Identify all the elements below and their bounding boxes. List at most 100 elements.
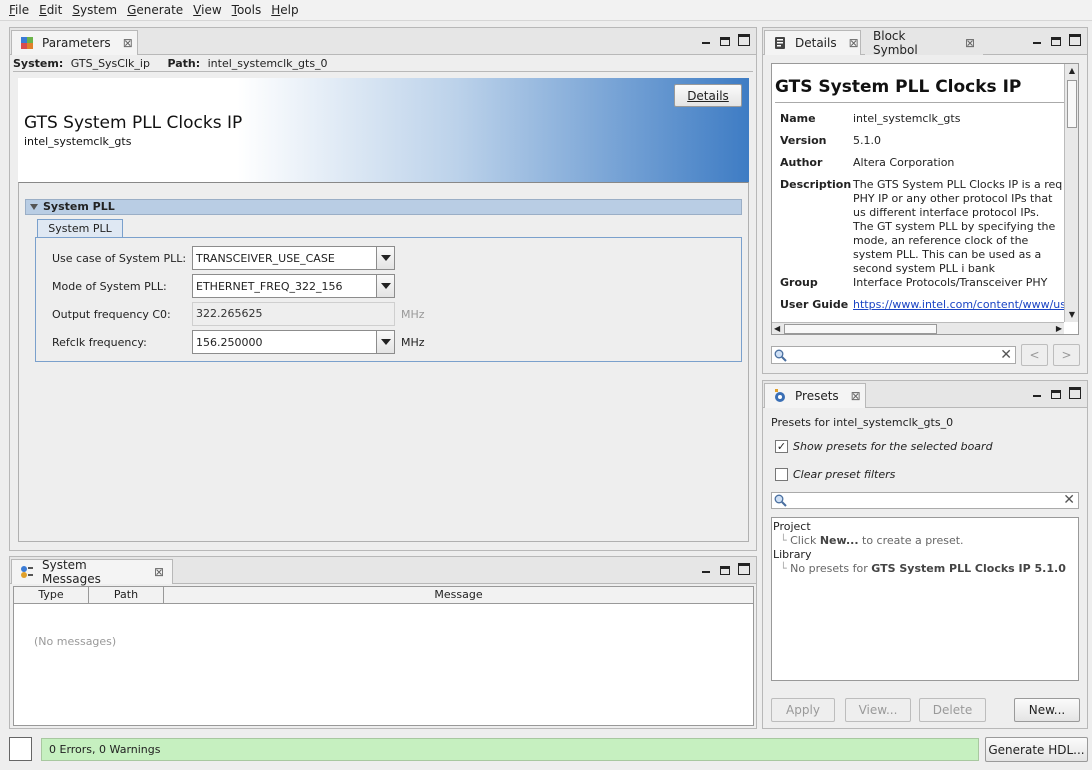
chevron-down-icon[interactable] (376, 275, 394, 297)
details-vertical-scrollbar[interactable]: ▲ ▼ (1064, 64, 1078, 322)
tree-hint-project: └ Click New... to create a preset. (780, 534, 964, 547)
details-next-button[interactable]: > (1053, 344, 1080, 366)
details-window-controls (1031, 34, 1081, 46)
details-value-description: The GTS System PLL Clocks IP is a req PH… (853, 178, 1063, 275)
details-key-description: Description (780, 178, 852, 191)
close-icon[interactable]: ⊠ (965, 36, 975, 50)
new-preset-button[interactable]: New... (1014, 698, 1080, 722)
menu-edit[interactable]: Edit (34, 0, 67, 20)
view-button[interactable]: View... (845, 698, 911, 722)
minimize-icon[interactable] (700, 34, 712, 46)
detach-icon[interactable] (720, 566, 730, 575)
minimize-icon[interactable] (700, 563, 712, 575)
column-header-type[interactable]: Type (14, 587, 89, 603)
menu-file[interactable]: File (4, 0, 34, 20)
maximize-icon[interactable] (1069, 387, 1081, 399)
column-header-message[interactable]: Message (164, 587, 753, 603)
ip-name: intel_systemclk_gts (24, 135, 132, 148)
maximize-icon[interactable] (738, 563, 750, 575)
details-horizontal-scrollbar[interactable]: ◀ ▶ (772, 322, 1064, 334)
chevron-down-icon[interactable] (376, 247, 394, 269)
maximize-icon[interactable] (1069, 34, 1081, 46)
generate-hdl-button[interactable]: Generate HDL... (985, 737, 1088, 762)
clear-filters-row[interactable]: Clear preset filters (775, 468, 895, 481)
delete-button[interactable]: Delete (919, 698, 986, 722)
parameters-panel: Parameters ⊠ System: GTS_SysClk_ip Path:… (9, 27, 757, 551)
scroll-right-arrow-icon[interactable]: ▶ (1056, 323, 1062, 334)
apply-button[interactable]: Apply (771, 698, 835, 722)
next-button-label: > (1061, 348, 1072, 362)
detach-icon[interactable] (1051, 390, 1061, 399)
menu-system[interactable]: System (67, 0, 122, 20)
combo-value: TRANSCEIVER_USE_CASE (196, 251, 335, 265)
details-prev-button[interactable]: < (1021, 344, 1048, 366)
clear-filters-checkbox[interactable] (775, 468, 788, 481)
menu-view[interactable]: View (188, 0, 226, 20)
parameter-editor: System PLL System PLL Use case of System… (18, 182, 749, 542)
minimize-icon[interactable] (1031, 34, 1043, 46)
menu-mnemonic: V (193, 3, 202, 17)
horizontal-scroll-thumb[interactable] (784, 324, 937, 334)
scroll-down-arrow-icon[interactable]: ▼ (1065, 308, 1078, 322)
chevron-down-icon[interactable] (376, 331, 394, 353)
show-board-presets-label: Show presets for the selected board (793, 440, 993, 453)
details-button[interactable]: Details (674, 84, 742, 107)
no-messages-text: (No messages) (34, 635, 117, 648)
menu-mnemonic: F (9, 3, 16, 17)
field-combo-3[interactable]: 156.250000 (192, 330, 395, 354)
tab-messages-label: System Messages (42, 558, 101, 586)
detach-icon[interactable] (720, 37, 730, 46)
tab-details[interactable]: Details ⊠ (764, 30, 861, 55)
menu-help[interactable]: Help (266, 0, 303, 20)
tree-node-library[interactable]: Library (773, 548, 811, 561)
vertical-scroll-thumb[interactable] (1067, 80, 1077, 128)
clear-search-icon[interactable]: ✕ (1000, 347, 1012, 363)
field-combo-0[interactable]: TRANSCEIVER_USE_CASE (192, 246, 395, 270)
delete-button-label: Delete (932, 703, 973, 717)
clear-filters-label: Clear preset filters (793, 468, 896, 481)
scroll-up-arrow-icon[interactable]: ▲ (1065, 64, 1078, 78)
tab-presets-label: Presets (795, 389, 839, 403)
presets-search-field[interactable]: ✕ (771, 492, 1079, 509)
field-combo-1[interactable]: ETHERNET_FREQ_322_156 (192, 274, 395, 298)
detach-icon[interactable] (1051, 37, 1061, 46)
system-value: GTS_SysClk_ip (70, 57, 150, 70)
clear-search-icon[interactable]: ✕ (1063, 492, 1075, 508)
details-key-user-guide: User Guide (780, 298, 849, 311)
close-icon[interactable]: ⊠ (849, 36, 859, 50)
details-button-label: Details (687, 88, 729, 103)
system-messages-panel: System Messages ⊠ Type Path Message (No … (9, 556, 757, 729)
maximize-icon[interactable] (738, 34, 750, 46)
details-value-user-guide[interactable]: https://www.intel.com/content/www/us (853, 298, 1065, 312)
parameters-icon (20, 36, 34, 50)
tab-presets[interactable]: Presets ⊠ (764, 383, 866, 408)
scroll-left-arrow-icon[interactable]: ◀ (774, 323, 780, 334)
close-icon[interactable]: ⊠ (851, 389, 861, 403)
field-readonly-2: 322.265625 (192, 302, 395, 326)
show-board-presets-checkbox[interactable]: ✓ (775, 440, 788, 453)
column-header-path[interactable]: Path (89, 587, 164, 603)
group-header-system-pll[interactable]: System PLL (25, 199, 742, 215)
details-key-name: Name (780, 112, 816, 125)
close-icon[interactable]: ⊠ (123, 36, 133, 50)
details-search-field[interactable]: ✕ (771, 346, 1016, 364)
readonly-value: 322.265625 (196, 307, 263, 320)
show-board-presets-row[interactable]: ✓ Show presets for the selected board (775, 440, 993, 453)
tab-block-symbol[interactable]: Block Symbol ⊠ (865, 28, 983, 57)
messages-tabstrip: System Messages ⊠ (10, 557, 756, 586)
library-hint-bold: GTS System PLL Clocks IP 5.1.0 (871, 562, 1066, 575)
menu-generate[interactable]: Generate (122, 0, 188, 20)
combo-value: ETHERNET_FREQ_322_156 (196, 279, 343, 293)
inner-tab-system-pll[interactable]: System PLL (37, 219, 123, 238)
tab-parameters[interactable]: Parameters ⊠ (11, 30, 138, 55)
menu-bar: File Edit System Generate View Tools Help (0, 0, 1092, 21)
tab-system-messages[interactable]: System Messages ⊠ (11, 558, 173, 586)
menu-mnemonic: G (127, 3, 137, 17)
tab-block-symbol-label: Block Symbol (873, 28, 918, 57)
details-value-name: intel_systemclk_gts (853, 112, 961, 125)
minimize-icon[interactable] (1031, 387, 1043, 399)
details-key-version: Version (780, 134, 827, 147)
close-icon[interactable]: ⊠ (154, 565, 164, 579)
tree-node-project[interactable]: Project (773, 520, 811, 533)
menu-tools[interactable]: Tools (227, 0, 267, 20)
